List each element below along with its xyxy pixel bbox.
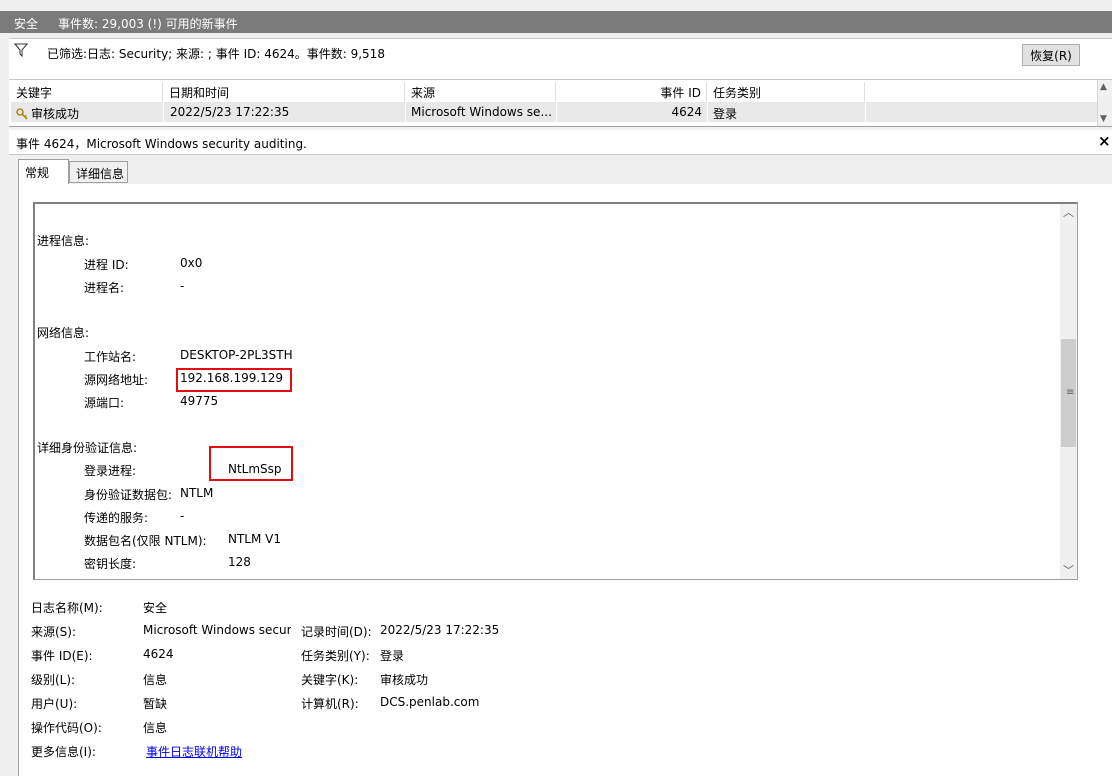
event-description-box[interactable]: 进程信息: 进程 ID: 0x0 进程名: - 网络信息: 工作站名: DESK… (33, 202, 1078, 580)
process-info-header: 进程信息: (37, 234, 90, 248)
auth-package-value: NTLM (180, 486, 214, 500)
description-scrollbar[interactable]: ︿ ≡ ﹀ (1060, 204, 1077, 579)
process-name-value: - (180, 279, 185, 293)
scroll-up-icon[interactable]: ︿ (1060, 204, 1077, 221)
event-grid: 关键字 日期和时间 来源 事件 ID 任务类别 审核成功 2022/5/23 1… (9, 80, 1112, 127)
column-header-task-category[interactable]: 任务类别 (708, 82, 865, 101)
column-header-event-id[interactable]: 事件 ID (557, 82, 707, 101)
event-detail-title: 事件 4624，Microsoft Windows security audit… (16, 137, 307, 151)
row-task-category[interactable]: 登录 (708, 102, 865, 122)
column-header-keyword[interactable]: 关键字 (11, 82, 163, 101)
keywords-value: 审核成功 (380, 673, 429, 687)
row-datetime[interactable]: 2022/5/23 17:22:35 (164, 102, 405, 122)
column-header-source[interactable]: 来源 (406, 82, 556, 101)
package-name-label: 数据包名(仅限 NTLM): (84, 534, 207, 548)
highlight-box-logon-process (209, 446, 293, 481)
scroll-down-icon[interactable]: ﹀ (1060, 562, 1077, 579)
row-keyword: 审核成功 (31, 107, 80, 121)
close-icon[interactable]: × (1098, 132, 1111, 150)
filter-bar: 已筛选:日志: Security; 来源: ; 事件 ID: 4624。事件数:… (9, 38, 1112, 80)
source-value: Microsoft Windows secur (143, 623, 291, 637)
computer-label: 计算机(R): (301, 697, 359, 711)
scroll-down-icon[interactable]: ▼ (1100, 114, 1107, 124)
restore-button[interactable]: 恢复(R) (1022, 44, 1080, 66)
grip-icon: ≡ (1066, 387, 1075, 398)
log-name-value: 安全 (143, 601, 168, 615)
table-row-keyword-cell[interactable]: 审核成功 (11, 102, 163, 122)
opcode-label: 操作代码(O): (31, 721, 102, 735)
logged-value: 2022/5/23 17:22:35 (380, 623, 500, 637)
filter-description: 已筛选:日志: Security; 来源: ; 事件 ID: 4624。事件数:… (47, 47, 385, 61)
workstation-value: DESKTOP-2PL3STH (180, 348, 293, 362)
log-name-label: 日志名称(M): (31, 601, 103, 615)
auth-package-label: 身份验证数据包: (84, 488, 173, 502)
grid-scrollbar[interactable]: ▲ ▼ (1097, 80, 1112, 126)
source-label: 来源(S): (31, 625, 77, 639)
process-id-value: 0x0 (180, 256, 203, 270)
transited-services-label: 传递的服务: (84, 511, 149, 525)
highlight-box-source-address (176, 368, 292, 392)
row-event-id[interactable]: 4624 (557, 102, 707, 122)
network-info-header: 网络信息: (37, 326, 90, 340)
event-log-online-help-link[interactable]: 事件日志联机帮助 (146, 743, 242, 760)
task-category-label: 任务类别(Y): (301, 649, 370, 663)
event-id-label: 事件 ID(E): (31, 649, 93, 663)
level-label: 级别(L): (31, 673, 76, 687)
event-detail-header: 事件 4624，Microsoft Windows security audit… (9, 130, 1112, 155)
logon-process-label: 登录进程: (84, 464, 137, 478)
transited-services-value: - (180, 509, 185, 523)
logged-label: 记录时间(D): (301, 625, 372, 639)
row-source[interactable]: Microsoft Windows se... (406, 102, 556, 122)
log-name: 安全 (14, 17, 39, 31)
process-id-label: 进程 ID: (84, 258, 129, 272)
workstation-label: 工作站名: (84, 350, 137, 364)
column-header-datetime[interactable]: 日期和时间 (164, 82, 405, 101)
filter-icon (14, 43, 28, 57)
key-icon (16, 108, 28, 120)
opcode-value: 信息 (143, 721, 168, 735)
task-category-value: 登录 (380, 649, 405, 663)
tab-general[interactable]: 常规 (18, 159, 69, 184)
scroll-up-icon[interactable]: ▲ (1100, 82, 1107, 92)
source-port-label: 源端口: (84, 396, 125, 410)
scrollbar-thumb[interactable]: ≡ (1061, 339, 1076, 447)
source-port-value: 49775 (180, 394, 219, 408)
row-filler (866, 102, 1097, 122)
tab-details[interactable]: 详细信息 (69, 161, 128, 183)
user-label: 用户(U): (31, 697, 78, 711)
level-value: 信息 (143, 673, 168, 687)
user-value: 暂缺 (143, 697, 168, 711)
log-titlebar: 安全 事件数: 29,003 (!) 可用的新事件 (0, 11, 1112, 33)
event-count-summary: 事件数: 29,003 (!) 可用的新事件 (58, 17, 238, 31)
package-name-value: NTLM V1 (228, 532, 282, 546)
event-id-value: 4624 (143, 647, 174, 661)
auth-info-header: 详细身份验证信息: (37, 441, 138, 455)
keywords-label: 关键字(K): (301, 673, 359, 687)
key-length-label: 密钥长度: (84, 557, 137, 571)
more-info-label: 更多信息(I): (31, 745, 96, 759)
computer-value: DCS.penlab.com (380, 695, 480, 709)
process-name-label: 进程名: (84, 281, 125, 295)
key-length-value: 128 (228, 555, 251, 569)
source-address-label: 源网络地址: (84, 373, 149, 387)
